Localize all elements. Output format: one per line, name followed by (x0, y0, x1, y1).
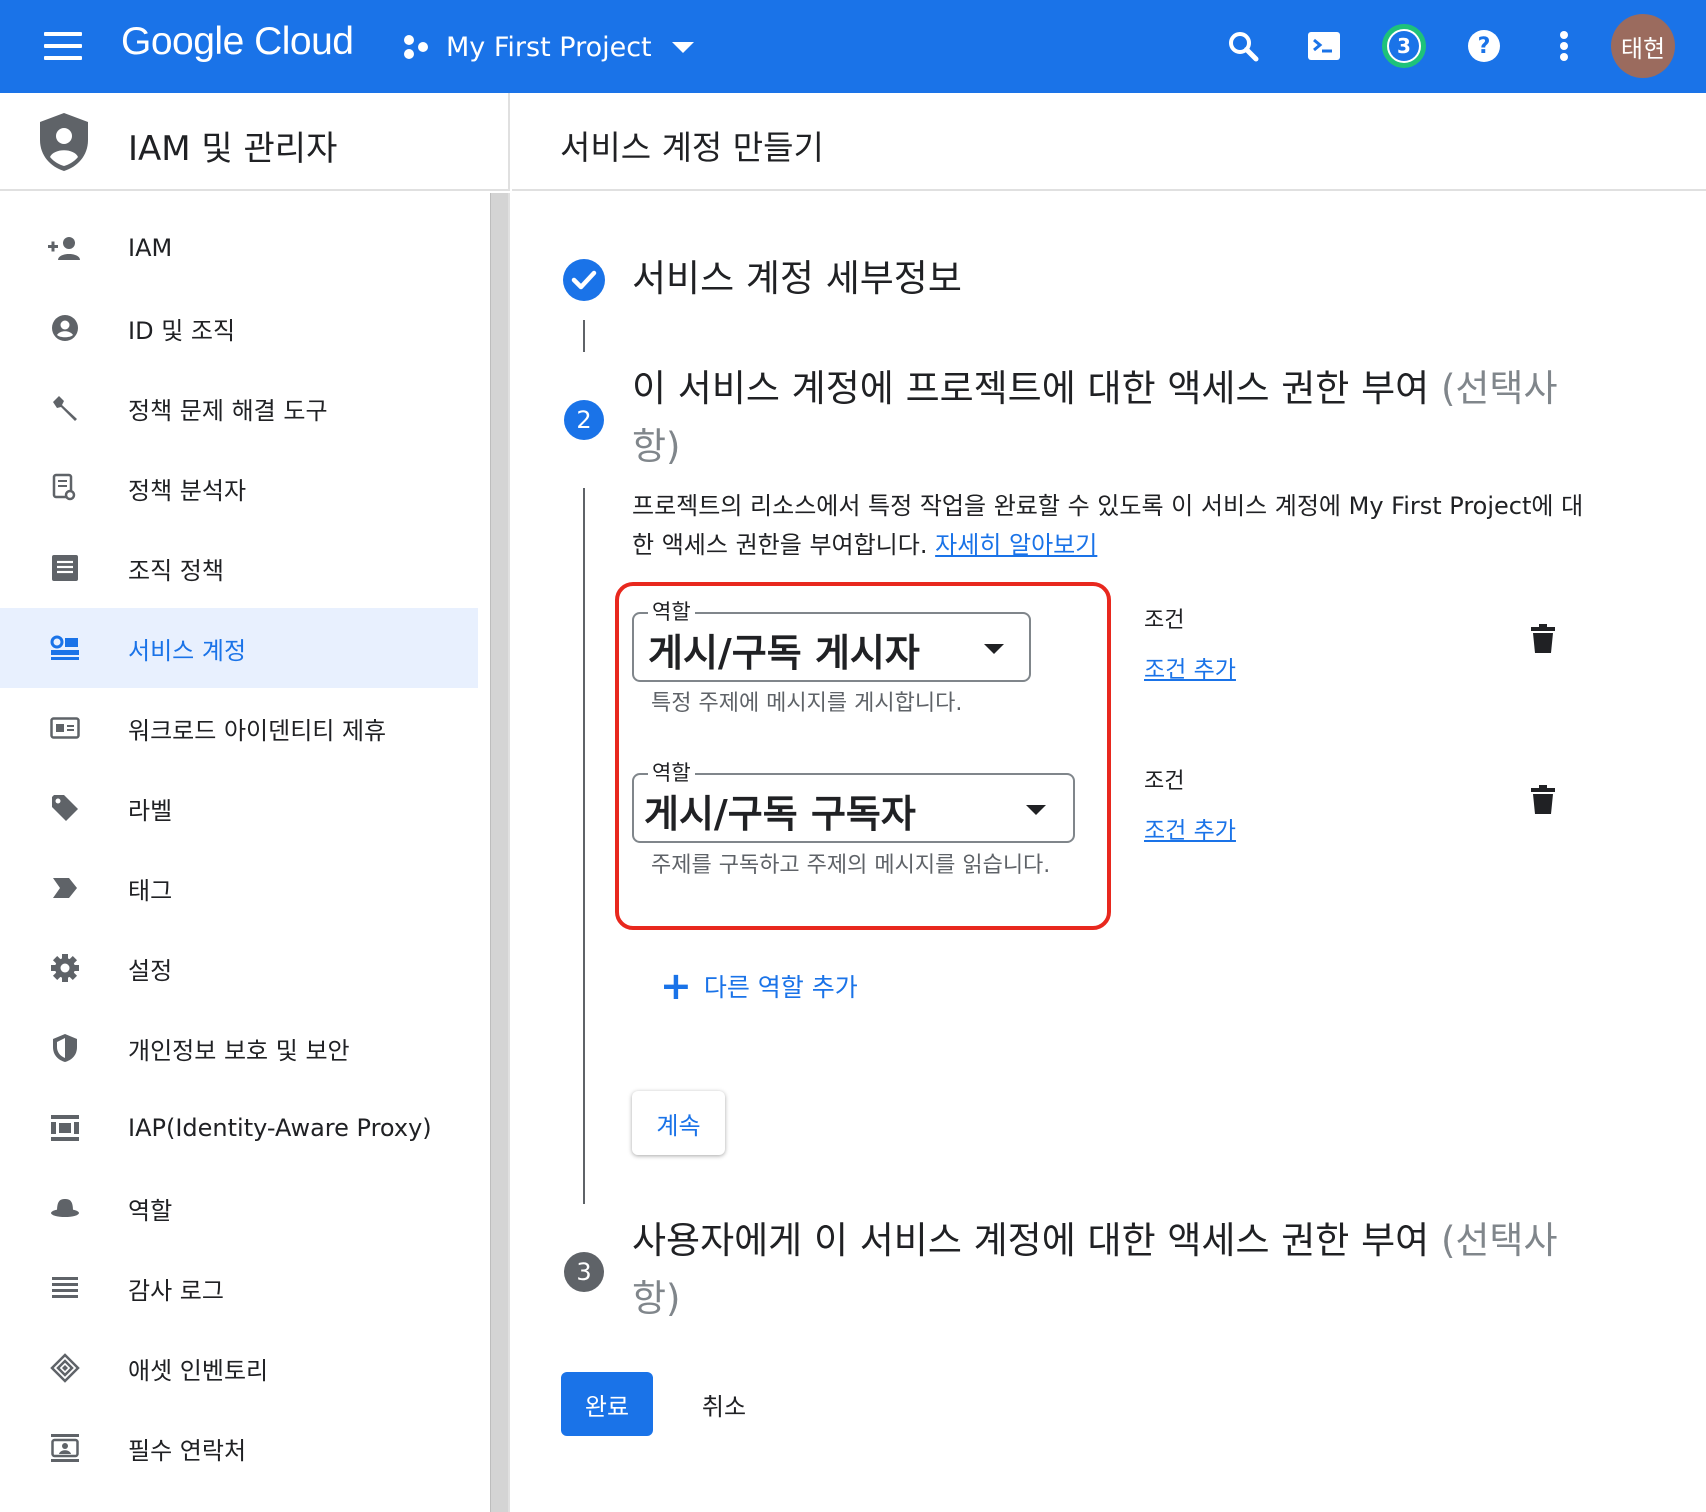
project-selector[interactable]: My First Project (402, 24, 694, 70)
condition-label-2: 조건 (1144, 769, 1185, 794)
done-button[interactable]: 완료 (561, 1372, 653, 1436)
role-select-1[interactable]: 역할 게시/구독 게시자 (632, 596, 1031, 682)
diamond-layers-icon (48, 1351, 82, 1385)
policy-analyzer-icon (48, 471, 82, 505)
continue-button[interactable]: 계속 (632, 1091, 725, 1155)
sidebar-item-org-policy[interactable]: 조직 정책 (0, 528, 478, 608)
tag-arrow-icon (48, 871, 82, 905)
main-header: 서비스 계정 만들기 (512, 93, 1706, 191)
sidebar-scrollbar[interactable] (490, 193, 508, 1512)
delete-role-2-trash-icon[interactable] (1530, 785, 1560, 819)
step-connector (583, 488, 585, 1204)
step1-title[interactable]: 서비스 계정 세부정보 (632, 250, 962, 308)
label-icon (48, 791, 82, 825)
role-select-2[interactable]: 역할 게시/구독 구독자 (632, 757, 1075, 843)
list-lines-icon (48, 1271, 82, 1305)
plus-icon: + (660, 964, 692, 1008)
step3-title[interactable]: 사용자에게 이 서비스 계정에 대한 액세스 권한 부여 (선택사항) (632, 1212, 1592, 1328)
notifications-icon[interactable]: 3 (1379, 21, 1429, 71)
delete-role-1-trash-icon[interactable] (1530, 624, 1560, 658)
sidebar-item-policy-troubleshooter[interactable]: 정책 문제 해결 도구 (0, 368, 478, 448)
more-vert-icon[interactable] (1539, 21, 1589, 71)
sidebar-item-identity-org[interactable]: ID 및 조직 (0, 288, 478, 368)
sidebar-item-tags[interactable]: 태그 (0, 848, 478, 928)
cancel-button[interactable]: 취소 (684, 1372, 764, 1436)
sidebar-item-iap[interactable]: IAP(Identity-Aware Proxy) (0, 1088, 478, 1168)
iap-icon (48, 1111, 82, 1145)
id-card-icon (48, 711, 82, 745)
contact-card-icon (48, 1431, 82, 1465)
project-dots-icon (402, 32, 432, 62)
step-connector (583, 320, 585, 352)
sidebar-item-privacy-security[interactable]: 개인정보 보호 및 보안 (0, 1008, 478, 1088)
step2-description: 프로젝트의 리소스에서 특정 작업을 완료할 수 있도록 이 서비스 계정에 M… (632, 492, 1584, 559)
step2-number-badge: 2 (564, 400, 604, 440)
top-app-bar: Google Cloud My First Project 3 ? 태현 (0, 0, 1706, 93)
iam-shield-icon (38, 111, 90, 177)
condition-label-1: 조건 (1144, 608, 1185, 633)
add-another-role-button[interactable]: + 다른 역할 추가 (660, 964, 858, 1008)
step2-title[interactable]: 이 서비스 계정에 프로젝트에 대한 액세스 권한 부여 (선택사항) (632, 360, 1592, 476)
sidebar-item-essential-contacts[interactable]: 필수 연락처 (0, 1408, 478, 1488)
sidebar-item-settings[interactable]: 설정 (0, 928, 478, 1008)
help-icon[interactable]: ? (1459, 21, 1509, 71)
project-name: My First Project (446, 31, 652, 63)
sidebar-item-labels[interactable]: 라벨 (0, 768, 478, 848)
hat-icon (48, 1191, 82, 1225)
cloud-shell-icon[interactable] (1299, 21, 1349, 71)
google-cloud-logo[interactable]: Google Cloud (121, 20, 354, 64)
person-add-icon (48, 231, 82, 265)
sidebar-item-iam[interactable]: IAM (0, 208, 478, 288)
add-condition-link-2[interactable]: 조건 추가 (1144, 811, 1236, 845)
search-icon[interactable] (1218, 21, 1268, 71)
service-account-icon (48, 631, 82, 665)
menu-icon[interactable] (44, 32, 82, 60)
wrench-icon (48, 391, 82, 425)
sidebar-item-policy-analyzer[interactable]: 정책 분석자 (0, 448, 478, 528)
document-icon (48, 551, 82, 585)
sidebar-header: IAM 및 관리자 (0, 93, 510, 191)
sidebar-item-audit-logs[interactable]: 감사 로그 (0, 1248, 478, 1328)
page-title: 서비스 계정 만들기 (560, 128, 824, 167)
gear-icon (48, 951, 82, 985)
avatar[interactable]: 태현 (1611, 14, 1675, 78)
dropdown-caret-icon (1026, 805, 1046, 815)
role-2-description: 주제를 구독하고 주제의 메시지를 읽습니다. (651, 853, 1051, 878)
shield-icon (48, 1031, 82, 1065)
sidebar-item-roles[interactable]: 역할 (0, 1168, 478, 1248)
sidebar: IAM ID 및 조직 정책 문제 해결 도구 정책 분석자 조직 정책 서비스… (0, 193, 510, 1512)
step3-number-badge: 3 (564, 1252, 604, 1292)
notification-count: 3 (1389, 31, 1419, 61)
sidebar-title: IAM 및 관리자 (128, 129, 338, 169)
add-condition-link-1[interactable]: 조건 추가 (1144, 650, 1236, 684)
sidebar-item-service-accounts[interactable]: 서비스 계정 (0, 608, 478, 688)
learn-more-link[interactable]: 자세히 알아보기 (935, 531, 1097, 559)
role-1-description: 특정 주제에 메시지를 게시합니다. (651, 691, 963, 716)
sidebar-item-workload-identity[interactable]: 워크로드 아이덴티티 제휴 (0, 688, 478, 768)
step-complete-check-icon (563, 259, 605, 301)
account-circle-icon (48, 311, 82, 345)
chevron-down-icon (671, 41, 694, 53)
dropdown-caret-icon (984, 644, 1004, 654)
sidebar-item-asset-inventory[interactable]: 애셋 인벤토리 (0, 1328, 478, 1408)
